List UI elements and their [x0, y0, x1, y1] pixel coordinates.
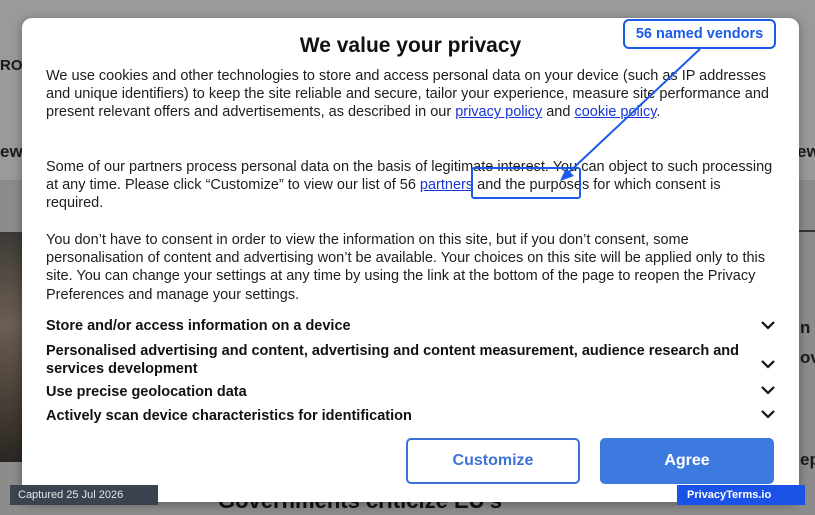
privacy-policy-link[interactable]: privacy policy — [455, 104, 542, 120]
chevron-down-icon[interactable] — [759, 383, 777, 397]
background-text-fragment: n — [800, 318, 811, 337]
brand-badge: PrivacyTerms.io — [677, 485, 805, 505]
background-photo — [0, 232, 24, 462]
annotation-label: 56 named vendors — [623, 19, 776, 49]
chevron-down-icon[interactable] — [759, 407, 777, 421]
background-text-fragment: ov — [800, 348, 815, 367]
paragraph-text: We use cookies and other technologies to… — [46, 68, 769, 121]
purpose-label: Actively scan device characteristics for… — [46, 408, 412, 424]
agree-button[interactable]: Agree — [600, 438, 774, 484]
background-text-fragment: ew — [797, 142, 815, 161]
partners-link[interactable]: partners — [420, 177, 473, 193]
purpose-item-device-scan[interactable]: Actively scan device characteristics for… — [46, 407, 781, 425]
purpose-item-store-access[interactable]: Store and/or access information on a dev… — [46, 317, 781, 335]
background-text-fragment: ep — [800, 450, 815, 469]
chevron-down-icon[interactable] — [759, 357, 777, 371]
purpose-label: Use precise geolocation data — [46, 384, 247, 400]
purpose-item-personalised-advertising[interactable]: Personalised advertising and content, ad… — [46, 342, 746, 378]
purpose-label: Store and/or access information on a dev… — [46, 318, 351, 334]
annotation-highlight-box — [471, 167, 581, 199]
customize-button[interactable]: Customize — [406, 438, 580, 484]
paragraph-text: and — [542, 104, 575, 121]
cookie-policy-link[interactable]: cookie policy — [574, 104, 656, 120]
purpose-label: Personalised advertising and content, ad… — [46, 343, 739, 377]
capture-date-badge: Captured 25 Jul 2026 — [10, 485, 158, 505]
paragraph-text: . — [656, 104, 661, 121]
purpose-item-geolocation[interactable]: Use precise geolocation data — [46, 383, 781, 401]
legitimate-interest-paragraph: Some of our partners process personal da… — [46, 158, 778, 213]
privacy-consent-dialog: We value your privacy We use cookies and… — [22, 18, 799, 502]
background-divider — [799, 230, 815, 232]
chevron-down-icon[interactable] — [759, 318, 777, 332]
consent-info-paragraph: You don’t have to consent in order to vi… — [46, 232, 766, 303]
cookie-intro-paragraph: We use cookies and other technologies to… — [46, 67, 778, 122]
